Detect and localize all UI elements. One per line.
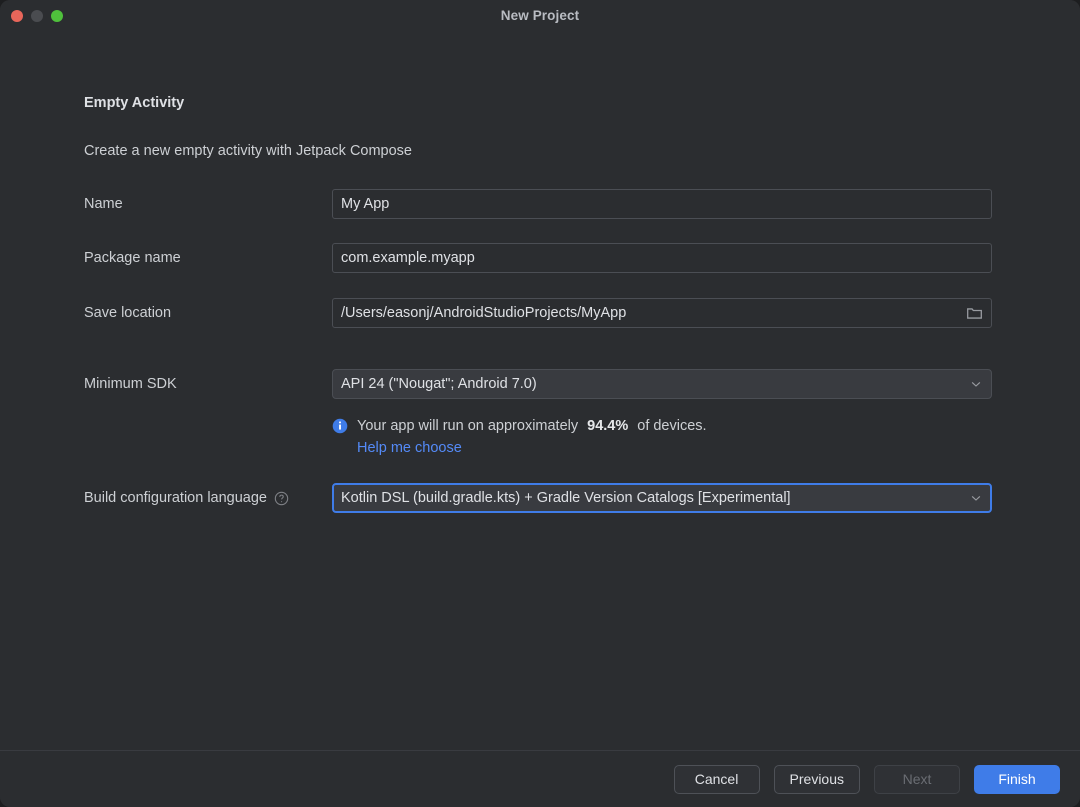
build-config-language-value: Kotlin DSL (build.gradle.kts) + Gradle V… [341,490,969,506]
minimum-sdk-value: API 24 ("Nougat"; Android 7.0) [341,376,969,392]
page-title: Empty Activity [84,95,184,111]
name-input-value: My App [341,196,983,212]
chevron-down-icon [969,377,983,391]
chevron-down-icon [969,491,983,505]
sdk-info-text-after: of devices. [637,418,706,434]
window-title: New Project [0,8,1080,23]
save-location-label: Save location [84,305,332,321]
sdk-info-message: Your app will run on approximately 94.4%… [332,418,707,434]
package-name-label: Package name [84,250,332,266]
next-button: Next [874,765,960,794]
help-me-choose-link[interactable]: Help me choose [357,440,707,456]
new-project-dialog: New Project Empty Activity Create a new … [0,0,1080,807]
package-name-input[interactable]: com.example.myapp [332,243,992,273]
sdk-info-percent: 94.4% [587,418,628,434]
folder-icon[interactable] [966,305,983,322]
name-input[interactable]: My App [332,189,992,219]
sdk-info-text-before: Your app will run on approximately [357,418,578,434]
help-circle-icon[interactable] [274,491,289,506]
minimum-sdk-dropdown[interactable]: API 24 ("Nougat"; Android 7.0) [332,369,992,399]
package-name-row: Package name com.example.myapp [84,243,992,273]
finish-button[interactable]: Finish [974,765,1060,794]
build-config-language-label-text: Build configuration language [84,490,267,506]
name-row: Name My App [84,189,992,219]
save-location-input[interactable]: /Users/easonj/AndroidStudioProjects/MyAp… [332,298,992,328]
build-config-language-label: Build configuration language [84,490,332,506]
save-location-row: Save location /Users/easonj/AndroidStudi… [84,298,992,328]
previous-button[interactable]: Previous [774,765,860,794]
dialog-footer: Cancel Previous Next Finish [0,750,1080,807]
dialog-content: Empty Activity Create a new empty activi… [0,32,1080,750]
page-description: Create a new empty activity with Jetpack… [84,143,412,159]
minimum-sdk-row: Minimum SDK API 24 ("Nougat"; Android 7.… [84,369,992,399]
cancel-button[interactable]: Cancel [674,765,760,794]
build-config-language-row: Build configuration language Kotlin DSL … [84,483,992,513]
info-icon [332,418,348,434]
package-name-input-value: com.example.myapp [341,250,983,266]
title-bar: New Project [0,0,1080,32]
build-config-language-dropdown[interactable]: Kotlin DSL (build.gradle.kts) + Gradle V… [332,483,992,513]
minimum-sdk-label: Minimum SDK [84,376,332,392]
sdk-info-block: Your app will run on approximately 94.4%… [332,418,707,456]
save-location-input-value: /Users/easonj/AndroidStudioProjects/MyAp… [341,305,966,321]
name-label: Name [84,196,332,212]
